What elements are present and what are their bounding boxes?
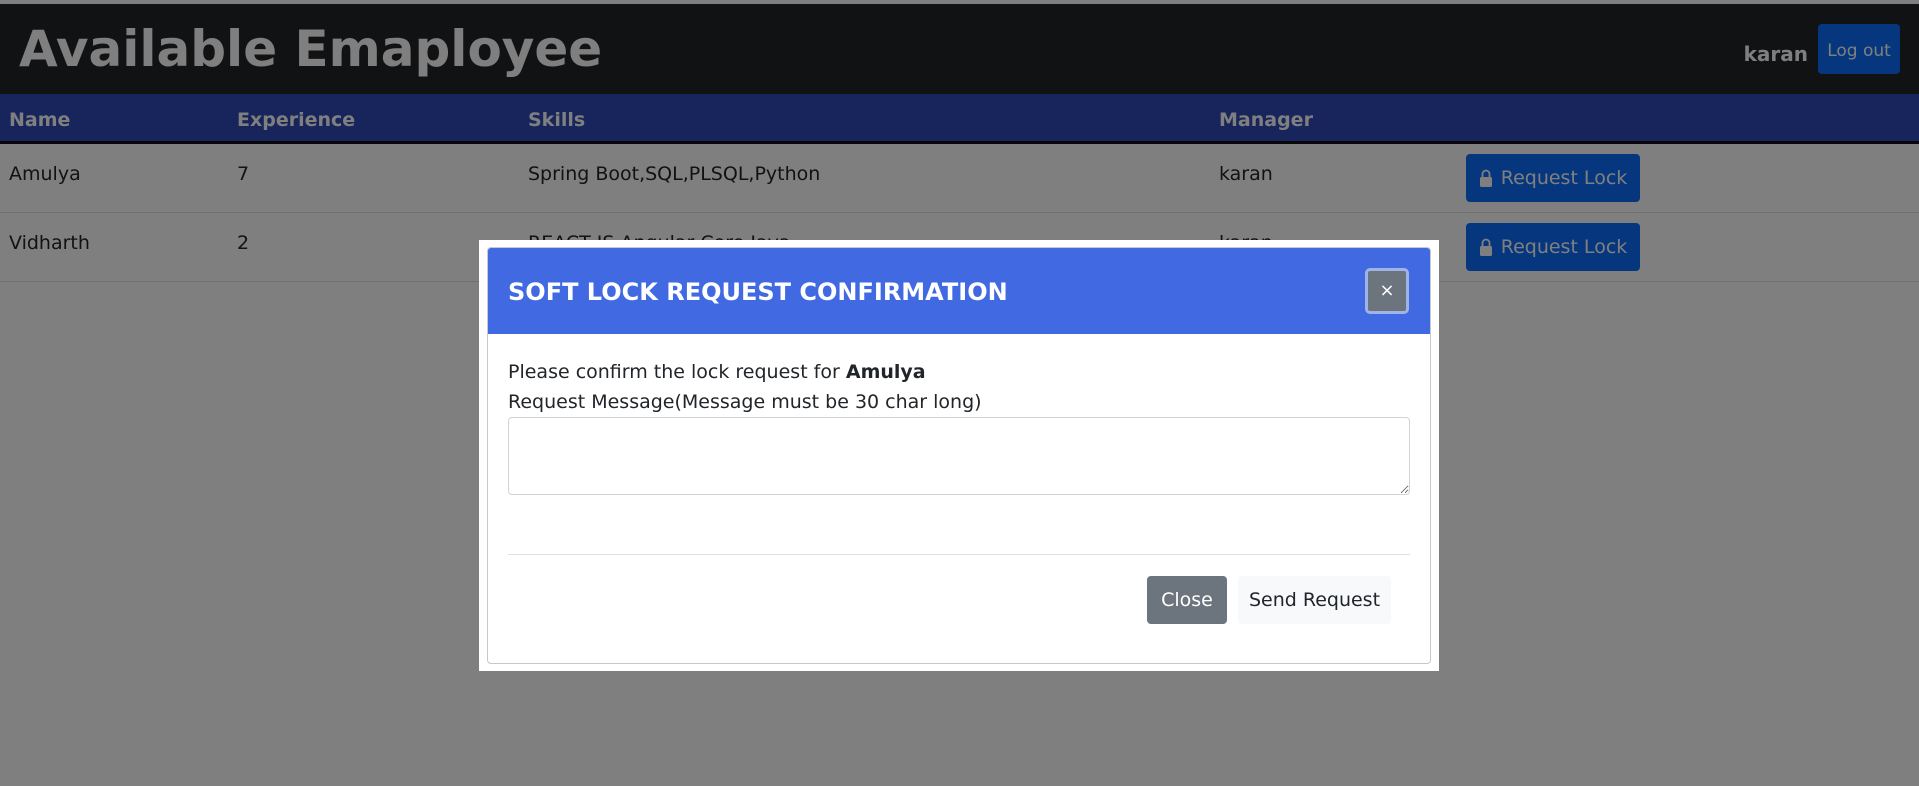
modal-close-x-button[interactable]: × bbox=[1365, 268, 1409, 314]
request-message-label: Request Message(Message must be 30 char … bbox=[508, 391, 982, 413]
modal-header: SOFT LOCK REQUEST CONFIRMATION × bbox=[488, 248, 1430, 334]
modal-content: SOFT LOCK REQUEST CONFIRMATION × Please … bbox=[487, 247, 1431, 664]
close-button[interactable]: Close bbox=[1147, 576, 1227, 624]
modal-dialog: SOFT LOCK REQUEST CONFIRMATION × Please … bbox=[479, 240, 1439, 671]
modal-footer-divider bbox=[508, 554, 1410, 555]
confirm-employee-name: Amulya bbox=[845, 361, 926, 383]
send-request-button[interactable]: Send Request bbox=[1238, 576, 1391, 624]
modal-title: SOFT LOCK REQUEST CONFIRMATION bbox=[508, 278, 1008, 306]
confirm-text: Please confirm the lock request for bbox=[508, 361, 840, 383]
request-message-input[interactable] bbox=[508, 417, 1410, 495]
confirm-message: Please confirm the lock request for Amul… bbox=[508, 360, 926, 384]
